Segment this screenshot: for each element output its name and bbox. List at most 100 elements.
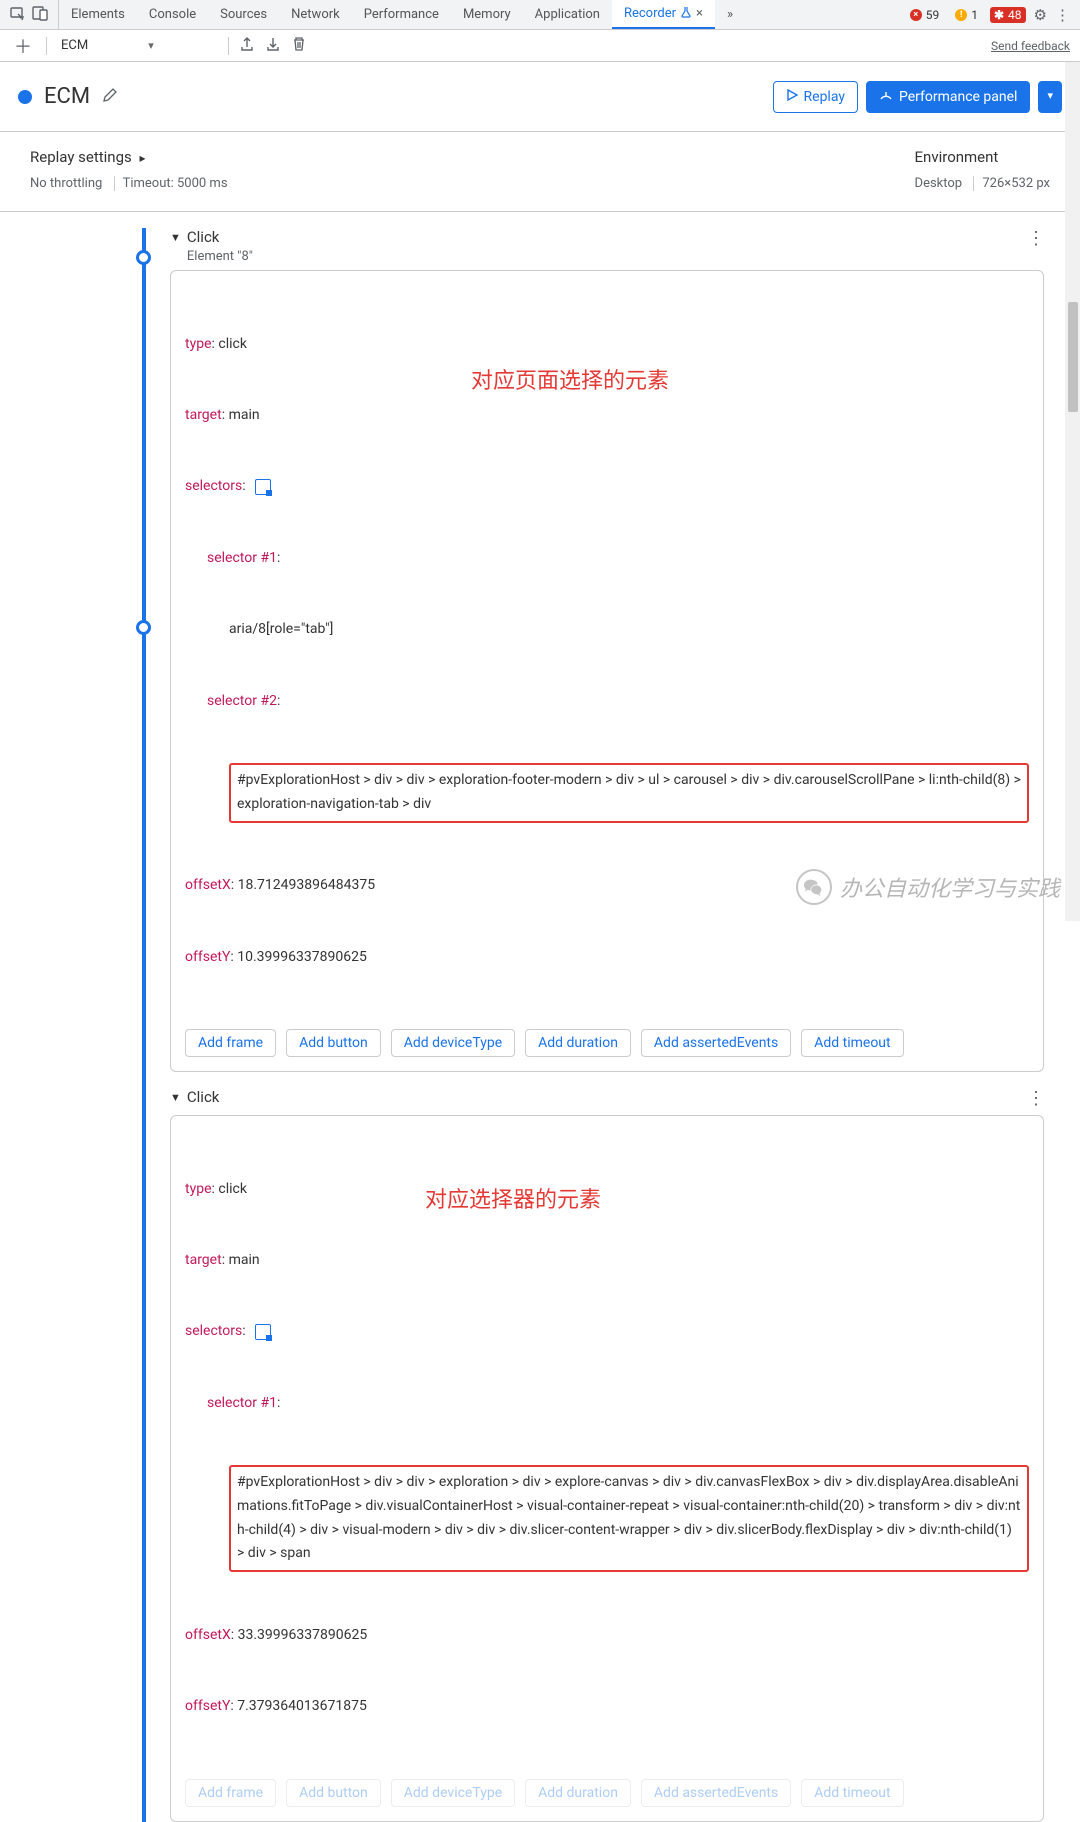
caret-down-icon: ▼ <box>170 231 181 244</box>
leading-icons <box>0 0 59 29</box>
environment-title: Environment <box>915 148 1050 166</box>
warnings-count: 1 <box>971 8 978 22</box>
step-subtitle: Element "8" <box>187 249 253 264</box>
replay-button[interactable]: Replay <box>773 81 858 113</box>
highlighted-selector[interactable]: #pvExplorationHost > div > div > explora… <box>229 1465 1029 1572</box>
val-type[interactable]: click <box>218 1181 247 1197</box>
scrollbar-thumb[interactable] <box>1068 302 1078 412</box>
import-icon[interactable] <box>265 36 281 56</box>
device-value: Desktop <box>915 176 963 191</box>
add-devicetype-button[interactable]: Add deviceType <box>391 1779 515 1807</box>
header-actions: Replay Performance panel ▾ <box>773 81 1062 113</box>
add-frame-button[interactable]: Add frame <box>185 1779 276 1807</box>
inspect-icon[interactable] <box>10 5 26 25</box>
val-target[interactable]: main <box>229 407 260 423</box>
add-button-button[interactable]: Add button <box>286 1779 381 1807</box>
key-selectors: selectors <box>185 478 242 494</box>
tab-application[interactable]: Application <box>523 0 612 29</box>
perf-dropdown-button[interactable]: ▾ <box>1038 81 1062 113</box>
key-offsetx: offsetX <box>185 1627 231 1643</box>
tab-memory[interactable]: Memory <box>451 0 523 29</box>
chevron-right-icon: ▸ <box>139 151 145 165</box>
add-assertedevents-button[interactable]: Add assertedEvents <box>641 1029 791 1057</box>
recorder-toolbar: ＋ ECM ▾ Send feedback <box>0 30 1080 62</box>
recording-select[interactable]: ECM ▾ <box>57 36 218 55</box>
timeline-node <box>136 620 151 635</box>
tab-performance[interactable]: Performance <box>352 0 451 29</box>
tab-recorder[interactable]: Recorder × <box>612 0 715 29</box>
tab-sources[interactable]: Sources <box>208 0 279 29</box>
add-row: Add frame Add button Add deviceType Add … <box>185 1029 1029 1057</box>
step-menu-button[interactable]: ⋮ <box>1027 228 1044 249</box>
errors-badge[interactable]: ×59 <box>906 7 944 23</box>
key-target: target <box>185 407 222 423</box>
selector-1-label: selector #1 <box>207 550 277 566</box>
selector-picker-icon[interactable] <box>255 1324 271 1340</box>
dimensions-value: 726×532 px <box>982 176 1050 191</box>
timeout-value: Timeout: 5000 ms <box>123 176 228 191</box>
key-selectors: selectors <box>185 1323 242 1339</box>
step-title: Click <box>187 1088 220 1106</box>
add-recording-button[interactable]: ＋ <box>10 33 36 59</box>
add-duration-button[interactable]: Add duration <box>525 1779 631 1807</box>
add-duration-button[interactable]: Add duration <box>525 1029 631 1057</box>
key-offsetx: offsetX <box>185 877 231 893</box>
delete-icon[interactable] <box>291 36 307 56</box>
key-type: type <box>185 336 212 352</box>
selector-2-value: #pvExplorationHost > div > div > explora… <box>237 772 1024 812</box>
perf-panel-label: Performance panel <box>899 89 1018 105</box>
tab-console[interactable]: Console <box>137 0 208 29</box>
val-type[interactable]: click <box>218 336 247 352</box>
add-frame-button[interactable]: Add frame <box>185 1029 276 1057</box>
add-timeout-button[interactable]: Add timeout <box>801 1779 903 1807</box>
send-feedback-link[interactable]: Send feedback <box>991 39 1070 53</box>
performance-panel-button[interactable]: Performance panel <box>866 81 1031 113</box>
add-devicetype-button[interactable]: Add deviceType <box>391 1029 515 1057</box>
kebab-icon[interactable]: ⋮ <box>1055 6 1070 24</box>
step-header[interactable]: ▼ Click Element "8" ⋮ <box>170 228 1044 270</box>
val-offsetx[interactable]: 18.712493896484375 <box>238 877 375 893</box>
tab-more[interactable]: » <box>715 0 745 29</box>
play-icon <box>786 89 798 105</box>
step-header[interactable]: ▼ Click ⋮ <box>170 1088 1044 1115</box>
gear-icon[interactable]: ⚙ <box>1034 6 1047 24</box>
add-assertedevents-button[interactable]: Add assertedEvents <box>641 1779 791 1807</box>
close-icon[interactable]: × <box>696 6 703 21</box>
replay-settings-label: Replay settings <box>30 148 132 166</box>
tab-elements[interactable]: Elements <box>59 0 137 29</box>
key-offsety: offsetY <box>185 1698 230 1714</box>
tab-network[interactable]: Network <box>279 0 352 29</box>
step-click-2: ▼ Click ⋮ 对应选择器的元素 type: click target: m… <box>170 1088 1044 1822</box>
selector-1-value: #pvExplorationHost > div > div > explora… <box>237 1474 1020 1561</box>
timeline-node <box>136 250 151 265</box>
ext-badge[interactable]: ✱48 <box>990 7 1026 23</box>
val-target[interactable]: main <box>229 1252 260 1268</box>
warnings-badge[interactable]: !1 <box>951 7 982 23</box>
val-offsety[interactable]: 7.379364013671875 <box>237 1698 367 1714</box>
selector-2-label: selector #2 <box>207 693 277 709</box>
add-row: Add frame Add button Add deviceType Add … <box>185 1779 1029 1807</box>
ext-count: 48 <box>1008 8 1022 22</box>
export-icon[interactable] <box>239 36 255 56</box>
selector-picker-icon[interactable] <box>255 479 271 495</box>
trailing-icons: ×59 !1 ✱48 ⚙ ⋮ <box>896 0 1080 29</box>
step-menu-button[interactable]: ⋮ <box>1027 1088 1044 1109</box>
val-offsetx[interactable]: 33.39996337890625 <box>238 1627 368 1643</box>
chevron-down-icon: ▾ <box>1047 89 1053 102</box>
environment-settings: Environment Desktop 726×532 px <box>915 148 1050 191</box>
recording-name: ECM <box>44 84 90 109</box>
device-toggle-icon[interactable] <box>32 5 48 25</box>
edit-icon[interactable] <box>102 87 118 107</box>
add-timeout-button[interactable]: Add timeout <box>801 1029 903 1057</box>
tab-label: Recorder <box>624 6 676 21</box>
replay-settings-title[interactable]: Replay settings ▸ <box>30 148 228 166</box>
step-title: Click <box>187 228 253 246</box>
highlighted-selector[interactable]: #pvExplorationHost > div > div > explora… <box>229 763 1029 823</box>
replay-settings: Replay settings ▸ No throttling Timeout:… <box>30 148 228 191</box>
selector-1-value[interactable]: aria/8[role="tab"] <box>229 621 333 637</box>
val-offsety[interactable]: 10.39996337890625 <box>237 949 367 965</box>
key-offsety: offsetY <box>185 949 230 965</box>
add-button-button[interactable]: Add button <box>286 1029 381 1057</box>
settings-bar: Replay settings ▸ No throttling Timeout:… <box>0 132 1080 212</box>
scrollbar[interactable] <box>1065 62 1080 921</box>
